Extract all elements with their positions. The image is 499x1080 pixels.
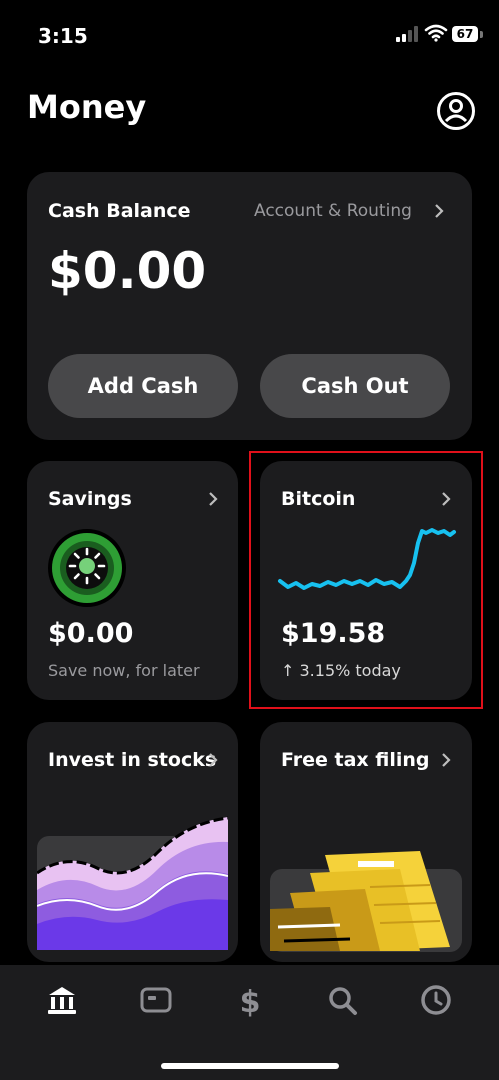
search-icon[interactable] [325,983,359,1017]
home-icon[interactable] [45,983,79,1017]
card-icon[interactable] [139,983,173,1017]
chevron-right-icon [209,492,218,506]
profile-icon[interactable] [436,91,476,131]
clock-icon[interactable] [419,983,453,1017]
savings-icon [48,529,126,607]
cash-out-button[interactable]: Cash Out [260,354,450,418]
stocks-illustration [37,816,228,950]
savings-title: Savings [48,488,132,510]
savings-amount: $0.00 [48,618,134,649]
signal-icon [396,26,418,42]
free-tax-filing-card[interactable]: Free tax filing [260,722,472,962]
add-cash-button[interactable]: Add Cash [48,354,238,418]
battery-level: 67 [452,26,478,42]
home-indicator [161,1063,339,1069]
invest-stocks-card[interactable]: Invest in stocks [27,722,238,962]
wifi-icon [424,24,448,42]
battery-icon: 67 [452,26,484,44]
cash-balance-card[interactable]: Cash Balance Account & Routing $0.00 Add… [27,172,472,440]
account-routing-link[interactable]: Account & Routing [254,201,412,221]
chevron-right-icon [435,204,444,218]
cash-balance-amount: $0.00 [48,242,207,300]
savings-card[interactable]: Savings $0.00 Save now, for later [27,461,238,700]
cash-balance-title: Cash Balance [48,200,191,222]
chevron-right-icon [442,753,451,767]
page-title: Money [27,88,147,126]
highlight-box [249,451,483,709]
invest-title: Invest in stocks [48,749,217,771]
tax-illustration [270,851,462,952]
savings-subtitle: Save now, for later [48,661,200,680]
status-time: 3:15 [38,24,88,48]
svg-text:$: $ [240,985,261,1017]
chevron-right-icon [209,753,218,767]
dollar-icon[interactable]: $ [233,983,267,1017]
tax-title: Free tax filing [281,749,430,771]
